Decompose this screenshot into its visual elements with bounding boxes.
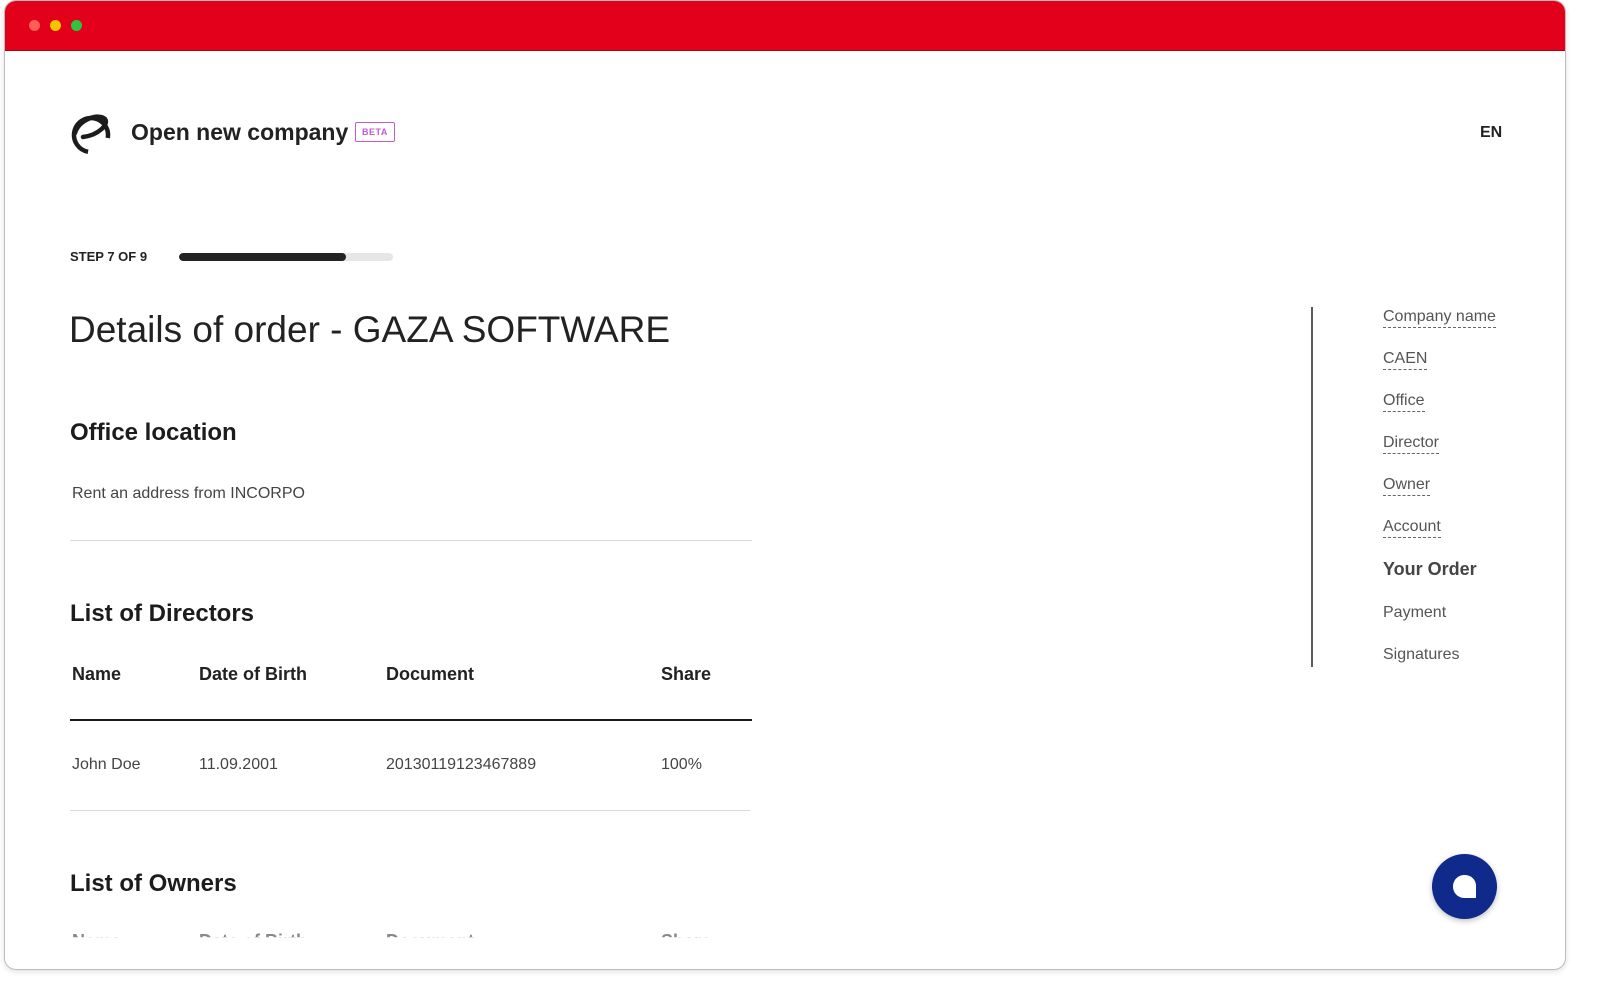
owners-header-name: Name [72,931,122,951]
owners-header-share: Share [661,931,712,951]
director-dob: 11.09.2001 [199,756,278,773]
minimize-window-button[interactable] [50,20,61,31]
director-name: John Doe [72,756,141,773]
progress-bar-fill [179,253,346,261]
divider [70,540,752,541]
page-content: Open new company BETA EN STEP 7 OF 9 Det… [5,51,1565,969]
step-label: STEP 7 OF 9 [70,249,148,264]
sidebar-item-account[interactable]: Account [1383,518,1441,538]
close-window-button[interactable] [29,20,40,31]
maximize-window-button[interactable] [71,20,82,31]
sidebar-item-office[interactable]: Office [1383,392,1425,412]
directors-header-name: Name [72,664,122,684]
directors-header-share: Share [661,664,712,684]
progress-bar [179,253,393,261]
app-title: Open new company [131,119,349,145]
chat-bubble-icon [1453,875,1476,898]
owners-title: List of Owners [70,870,237,897]
sidebar-item-company-name[interactable]: Company name [1383,308,1496,328]
sidebar-divider [1311,307,1313,667]
divider [70,810,750,811]
sidebar-item-caen[interactable]: CAEN [1383,350,1428,370]
browser-window: Open new company BETA EN STEP 7 OF 9 Det… [4,0,1566,970]
language-selector[interactable]: EN [1480,124,1502,142]
owners-header-dob: Date of Birth [199,931,307,951]
table-header-divider [70,719,752,721]
page-title: Details of order - GAZA SOFTWARE [69,309,671,350]
company-logo-icon[interactable] [69,111,113,155]
window-titlebar [5,1,1565,51]
director-document: 20130119123467889 [386,756,537,773]
sidebar-item-your-order[interactable]: Your Order [1383,559,1477,580]
sidebar-item-signatures[interactable]: Signatures [1383,646,1460,664]
office-location-title: Office location [70,419,237,446]
owners-header-document: Document [386,931,475,951]
sidebar-item-owner[interactable]: Owner [1383,476,1431,496]
directors-header-document: Document [386,664,475,684]
office-location-value: Rent an address from INCORPO [72,485,305,502]
sidebar-item-payment[interactable]: Payment [1383,604,1446,622]
beta-badge: BETA [355,122,395,142]
directors-title: List of Directors [70,600,255,627]
sidebar-item-director[interactable]: Director [1383,434,1440,454]
chat-button[interactable] [1432,854,1497,919]
directors-header-dob: Date of Birth [199,664,307,684]
director-share: 100% [661,756,702,773]
